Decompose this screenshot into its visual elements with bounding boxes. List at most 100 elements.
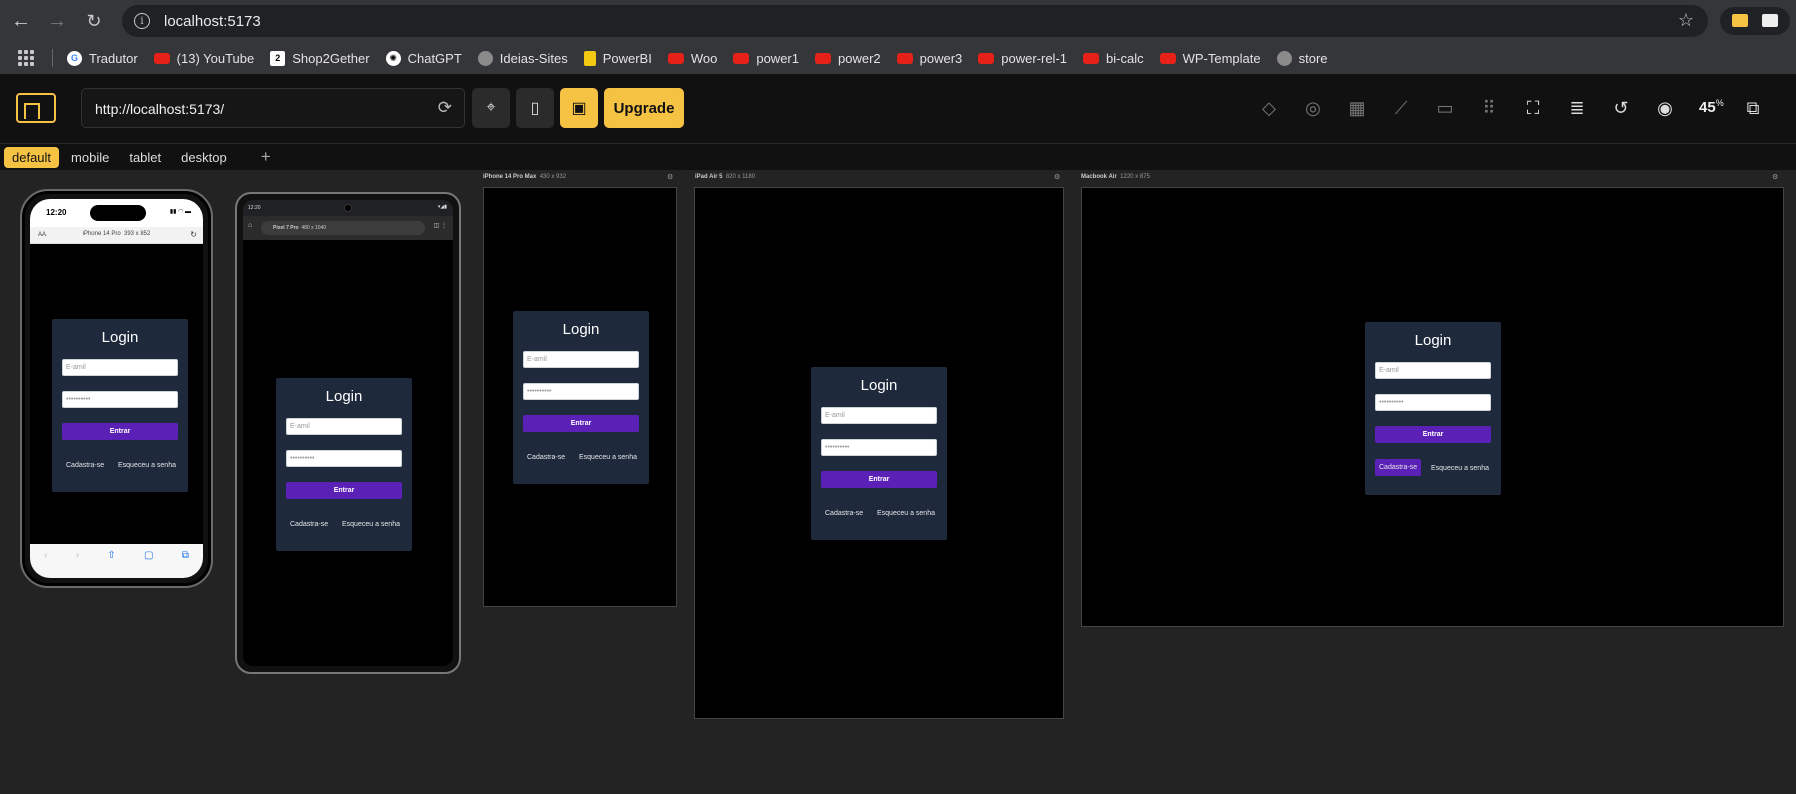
bookmark-item[interactable]: Woo [667,51,717,66]
gear-icon[interactable]: ⚙ [1772,173,1778,181]
overlay-icon[interactable]: ◎ [1302,98,1324,119]
mouse-icon: ▯ [530,100,540,117]
tab-desktop[interactable]: desktop [173,147,235,168]
forgot-password-link[interactable]: Esqueceu a senha [579,454,637,461]
back-icon[interactable]: ← [6,6,36,36]
bookmark-item[interactable]: ✺ ChatGPT [385,50,462,66]
password-field[interactable]: •••••••••• [286,450,402,467]
bookmarks-icon[interactable]: ▢ [144,550,153,578]
bookmark-item[interactable]: power2 [814,51,881,66]
mouse-emulation-button[interactable]: ▯ [516,88,554,128]
layers-icon[interactable]: ≣ [1566,98,1588,119]
fullscreen-focus-icon[interactable]: ⛶ [1522,98,1544,119]
reload-icon[interactable]: ↻ [190,230,197,239]
add-tab-button[interactable]: + [253,144,279,170]
bookmark-item[interactable]: Ideias-Sites [477,50,568,66]
bookmark-label: Ideias-Sites [499,50,568,66]
submit-button[interactable]: Entrar [62,423,178,440]
bookmark-item[interactable]: power3 [896,51,962,66]
submit-button[interactable]: Entrar [286,482,402,499]
signal-battery-icon: ▮▮ ◠ ▬ [169,209,191,215]
bookmark-item[interactable]: 2 Shop2Gether [270,50,370,66]
menu-icon[interactable]: ◫ ⋮ [434,222,447,229]
forgot-password-link[interactable]: Esqueceu a senha [1431,465,1489,472]
login-card: Login E-amil •••••••••• Entrar Cadastra-… [513,311,649,484]
email-field[interactable]: E-amil [286,418,402,435]
forgot-password-link[interactable]: Esqueceu a senha [342,521,400,528]
password-field[interactable]: •••••••••• [1375,394,1491,411]
rectangle-icon[interactable]: ▭ [1434,98,1456,119]
bookmark-label: Tradutor [89,50,138,66]
submit-button[interactable]: Entrar [523,415,639,432]
omnibox[interactable]: i localhost:5173 ☆ [122,5,1708,37]
bookmark-item[interactable]: PowerBI [583,50,652,66]
extension-icon[interactable] [1732,14,1748,27]
site-info-icon[interactable]: i [134,13,150,29]
inspect-pointer-button[interactable]: ⌖ [472,88,510,128]
omnibox-url[interactable]: localhost:5173 [164,13,261,30]
tabs-icon[interactable]: ⧉ [182,550,189,578]
signup-link[interactable]: Cadastra-se [527,454,565,461]
bookmark-label: store [1298,50,1328,66]
device-mode-button[interactable]: ▣ [560,88,598,128]
submit-button[interactable]: Entrar [821,471,937,488]
app-url-input[interactable]: http://localhost:5173/ ⟳ [81,88,465,128]
upgrade-button[interactable]: Upgrade [604,88,684,128]
app-logo[interactable] [16,93,56,123]
signup-link[interactable]: Cadastra-se [1375,459,1422,476]
bookmark-item[interactable]: power1 [733,51,799,66]
bookmark-item[interactable]: WP-Template [1159,51,1261,66]
youtube-icon [814,52,831,64]
status-bar: 12:20 ▾◢▮ [243,200,453,216]
tab-default[interactable]: default [4,146,60,168]
home-icon[interactable]: ⌂ [248,222,252,229]
ruler-icon[interactable]: ⟋ [1390,98,1412,119]
bookmark-star-icon[interactable]: ☆ [1678,10,1694,31]
bookmark-item[interactable]: bi-calc [1083,51,1144,66]
submit-button[interactable]: Entrar [1375,426,1491,443]
pane-label: iPhone 14 Pro Max 430 x 932 [483,174,566,180]
apps-grid-icon[interactable] [18,50,34,66]
email-field[interactable]: E-amil [821,407,937,424]
share-icon[interactable]: ⇧ [107,550,115,578]
reload-icon[interactable]: ↻ [79,6,109,36]
email-field[interactable]: E-amil [523,351,639,368]
extensions-area[interactable] [1720,7,1790,35]
email-field[interactable]: E-amil [1375,362,1491,379]
bookmark-item[interactable]: power-rel-1 [978,51,1067,66]
dots-grid-icon[interactable]: ⠿ [1478,98,1500,119]
email-field[interactable]: E-amil [62,359,178,376]
forward-icon[interactable]: → [42,6,72,36]
gear-icon[interactable]: ⚙ [1054,173,1060,181]
back-icon[interactable]: ‹ [44,550,47,578]
grid-icon[interactable]: ▦ [1346,98,1368,119]
bookmark-item[interactable]: G Tradutor [67,50,138,66]
app-toolbar: http://localhost:5173/ ⟳ ⌖ ▯ ▣ Upgrade ◇… [0,74,1796,144]
bookmark-item[interactable]: store [1276,50,1328,66]
password-field[interactable]: •••••••••• [523,383,639,400]
refresh-icon[interactable]: ⟳ [438,98,452,118]
password-field[interactable]: •••••••••• [821,439,937,456]
device-size: 820 x 1180 [725,174,756,180]
profile-icon[interactable] [1762,14,1778,27]
zoom-level[interactable]: 45% [1699,98,1724,116]
camera-icon[interactable]: ◉ [1654,98,1676,119]
app-url-text[interactable]: http://localhost:5173/ [95,101,224,117]
bookmark-label: (13) YouTube [176,50,255,66]
bookmark-item[interactable]: (13) YouTube [153,50,255,66]
forward-icon[interactable]: › [76,550,79,578]
forgot-password-link[interactable]: Esqueceu a senha [877,510,935,517]
signup-link[interactable]: Cadastra-se [290,521,328,528]
password-field[interactable]: •••••••••• [62,391,178,408]
tab-tablet[interactable]: tablet [121,147,169,168]
gear-icon[interactable]: ⚙ [667,173,673,181]
forgot-password-link[interactable]: Esqueceu a senha [118,462,176,469]
chrome-bar: ⌂ Pixel 7 Pro 480 x 1040 ◫ ⋮ [243,216,453,240]
cube-icon[interactable]: ◇ [1258,98,1280,119]
copy-icon[interactable]: ⧉ [1742,98,1764,119]
signup-link[interactable]: Cadastra-se [825,510,863,517]
rotate-icon[interactable]: ↺ [1610,98,1632,119]
tab-mobile[interactable]: mobile [63,147,117,168]
signup-link[interactable]: Cadastra-se [66,462,104,469]
device-label[interactable]: Pixel 7 Pro 480 x 1040 [261,221,425,235]
